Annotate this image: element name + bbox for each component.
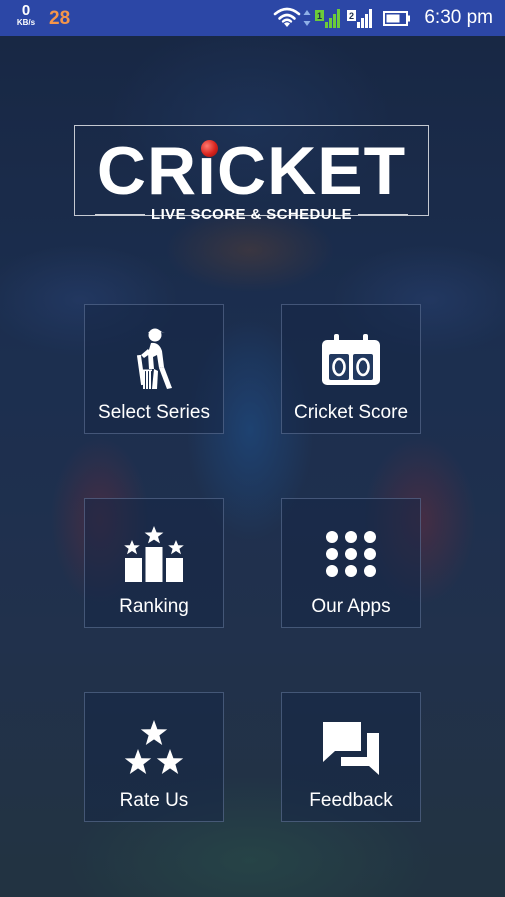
logo-divider-left (95, 214, 146, 215)
our-apps-label: Our Apps (311, 596, 391, 617)
clock: 6:30 pm (424, 7, 493, 28)
notification-count: 28 (49, 8, 71, 29)
podium-stars-icon (124, 526, 184, 582)
batsman-icon (136, 328, 172, 389)
chat-bubbles-icon (323, 722, 379, 775)
battery-icon (383, 11, 411, 26)
cricket-score-label: Cricket Score (293, 402, 409, 423)
rate-us-button[interactable]: Rate Us (84, 692, 224, 822)
app-logo: CRiCKET LIVE SCORE & SCHEDULE (74, 125, 429, 223)
feedback-button[interactable]: Feedback (281, 692, 421, 822)
sim2-label: 2 (349, 11, 354, 21)
network-speed-indicator: 0 KB/s (12, 3, 40, 27)
network-speed-unit: KB/s (16, 18, 36, 27)
sim1-signal-icon: 1 (315, 9, 341, 28)
feedback-label: Feedback (309, 790, 393, 811)
logo-subtitle-row: LIVE SCORE & SCHEDULE (75, 206, 428, 223)
sim1-label: 1 (317, 11, 322, 21)
ranking-label: Ranking (119, 596, 189, 617)
scoreboard-icon (322, 334, 380, 385)
rate-us-label: Rate Us (119, 790, 189, 811)
select-series-label: Select Series (98, 402, 210, 423)
status-bar: 0 KB/s 28 1 2 6:30 pm (0, 0, 505, 36)
data-arrows-icon (303, 10, 311, 26)
logo-divider-right (357, 214, 408, 215)
ranking-button[interactable]: Ranking (84, 498, 224, 628)
our-apps-button[interactable]: Our Apps (281, 498, 421, 628)
app-grid-icon (326, 531, 376, 577)
app-screen: 0 KB/s 28 1 2 6:30 pm CRiCKET LIVE SCORE… (0, 0, 505, 897)
sim2-signal-icon: 2 (347, 9, 373, 28)
select-series-button[interactable]: Select Series (84, 304, 224, 434)
cricket-score-button[interactable]: Cricket Score (281, 304, 421, 434)
status-icons: 1 2 6:30 pm (272, 0, 493, 36)
wifi-icon (274, 7, 301, 27)
logo-title: CRiCKET (96, 133, 407, 209)
three-stars-icon (124, 720, 184, 774)
network-speed-value: 0 (21, 2, 31, 19)
cricket-ball-icon (201, 140, 218, 157)
logo-subtitle: LIVE SCORE & SCHEDULE (151, 206, 352, 223)
